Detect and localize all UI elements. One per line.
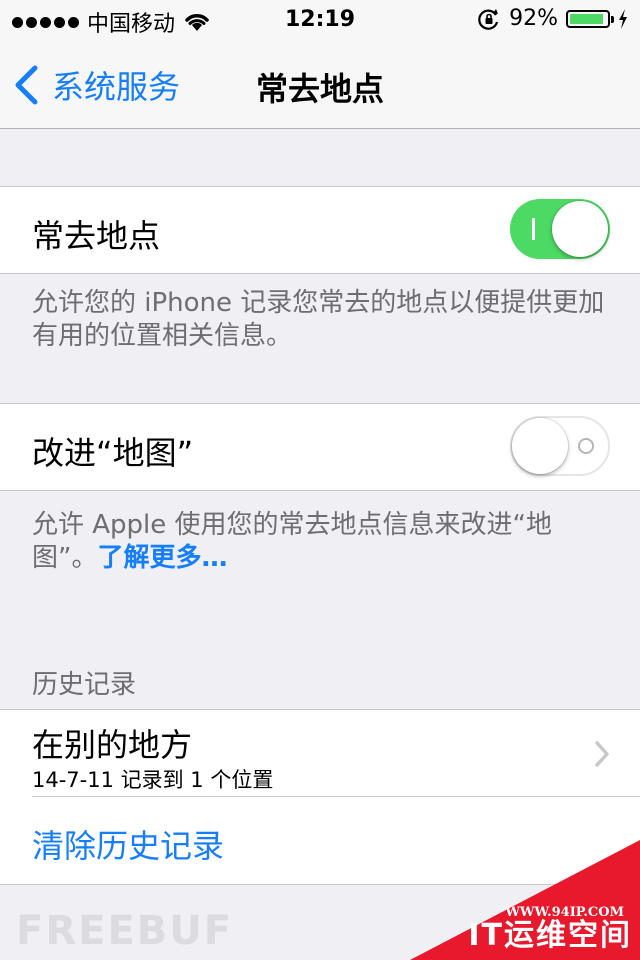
freebuf-watermark: FREEBUF bbox=[16, 908, 233, 954]
page-title-text: 常去地点 bbox=[255, 70, 384, 108]
status-right: 92% bbox=[477, 6, 628, 31]
history-item-row[interactable]: 在别的地方 14-7-11 记录到 1 个位置 bbox=[0, 710, 640, 796]
chevron-right-icon bbox=[595, 741, 609, 767]
navigation-bar: 系统服务 常去地点 bbox=[0, 40, 640, 129]
improve-maps-switch[interactable] bbox=[510, 416, 610, 476]
switch-knob bbox=[512, 418, 568, 474]
history-item-subtitle: 14-7-11 记录到 1 个位置 bbox=[32, 768, 274, 792]
switch-knob bbox=[552, 201, 608, 257]
watermark-brand: IT运维空间 bbox=[468, 918, 632, 953]
rotation-lock-icon bbox=[478, 8, 499, 30]
frequent-locations-label: 常去地点 bbox=[32, 217, 161, 255]
battery-percent: 92% bbox=[509, 6, 558, 31]
frequent-locations-footer: 允许您的 iPhone 记录您常去的地点以便提供更加有用的位置相关信息。 bbox=[32, 288, 605, 351]
battery-fill bbox=[570, 13, 604, 24]
charging-bolt-icon bbox=[619, 8, 627, 29]
improve-maps-footer: 允许 Apple 使用您的常去地点信息来改进“地图”。了解更多… bbox=[32, 509, 612, 575]
status-bar: 中国移动 12:19 92% bbox=[0, 0, 640, 40]
improve-maps-cell: 改进“地图” bbox=[0, 403, 640, 491]
battery-icon bbox=[566, 9, 614, 28]
history-item-title: 在别的地方 bbox=[32, 726, 193, 764]
clear-history-label: 清除历史记录 bbox=[32, 827, 225, 865]
improve-maps-label: 改进“地图” bbox=[32, 434, 194, 472]
frequent-locations-cell: 常去地点 bbox=[0, 186, 640, 274]
switch-off-mark bbox=[578, 438, 594, 454]
freebuf-watermark-text: FREEBUF bbox=[16, 908, 234, 954]
history-section-header: 历史记录 bbox=[32, 670, 137, 700]
learn-more-link[interactable]: 了解更多… bbox=[97, 543, 227, 573]
frequent-locations-switch[interactable] bbox=[510, 199, 610, 259]
page-title: 常去地点 bbox=[0, 64, 640, 110]
switch-on-mark bbox=[532, 218, 535, 240]
